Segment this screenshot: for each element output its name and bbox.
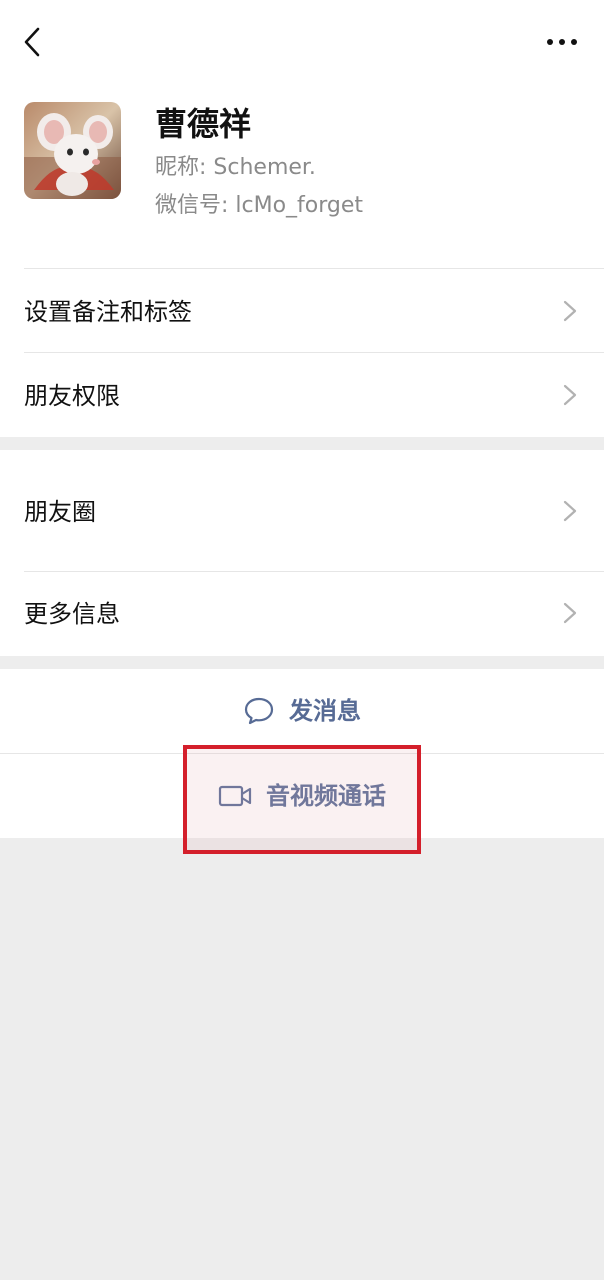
chevron-left-icon bbox=[24, 27, 40, 57]
send-message-label: 发消息 bbox=[289, 697, 361, 725]
row-label: 朋友权限 bbox=[24, 382, 120, 410]
moments-row[interactable]: 朋友圈 bbox=[0, 450, 604, 571]
chevron-right-icon bbox=[563, 602, 577, 624]
more-info-row[interactable]: 更多信息 bbox=[0, 572, 604, 656]
friend-permissions-row[interactable]: 朋友权限 bbox=[0, 353, 604, 437]
contact-name: 曹德祥 bbox=[155, 105, 252, 143]
back-button[interactable] bbox=[14, 22, 50, 62]
video-camera-icon bbox=[218, 785, 252, 807]
chevron-right-icon bbox=[563, 384, 577, 406]
avatar[interactable] bbox=[24, 102, 121, 199]
profile-header: 曹德祥 昵称: Schemer. 微信号: lcMo_forget bbox=[0, 0, 604, 268]
wechat-id-text: 微信号: lcMo_forget bbox=[155, 193, 364, 218]
row-label: 设置备注和标签 bbox=[24, 298, 192, 326]
row-label: 更多信息 bbox=[24, 600, 120, 628]
set-remark-tags-row[interactable]: 设置备注和标签 bbox=[0, 268, 604, 352]
chevron-right-icon bbox=[563, 300, 577, 322]
moments-group: 朋友圈 更多信息 bbox=[0, 450, 604, 656]
more-dots-icon bbox=[547, 39, 577, 45]
chevron-right-icon bbox=[563, 500, 577, 522]
video-call-label: 音视频通话 bbox=[266, 782, 386, 810]
nickname-text: 昵称: Schemer. bbox=[155, 155, 316, 180]
more-options-button[interactable] bbox=[540, 24, 584, 60]
chat-bubble-icon bbox=[244, 697, 274, 725]
mouse-avatar-icon bbox=[24, 102, 121, 199]
row-label: 朋友圈 bbox=[24, 498, 96, 526]
send-message-button[interactable]: 发消息 bbox=[0, 669, 604, 753]
settings-group: 设置备注和标签 朋友权限 bbox=[0, 268, 604, 437]
video-call-button[interactable]: 音视频通话 bbox=[0, 754, 604, 838]
